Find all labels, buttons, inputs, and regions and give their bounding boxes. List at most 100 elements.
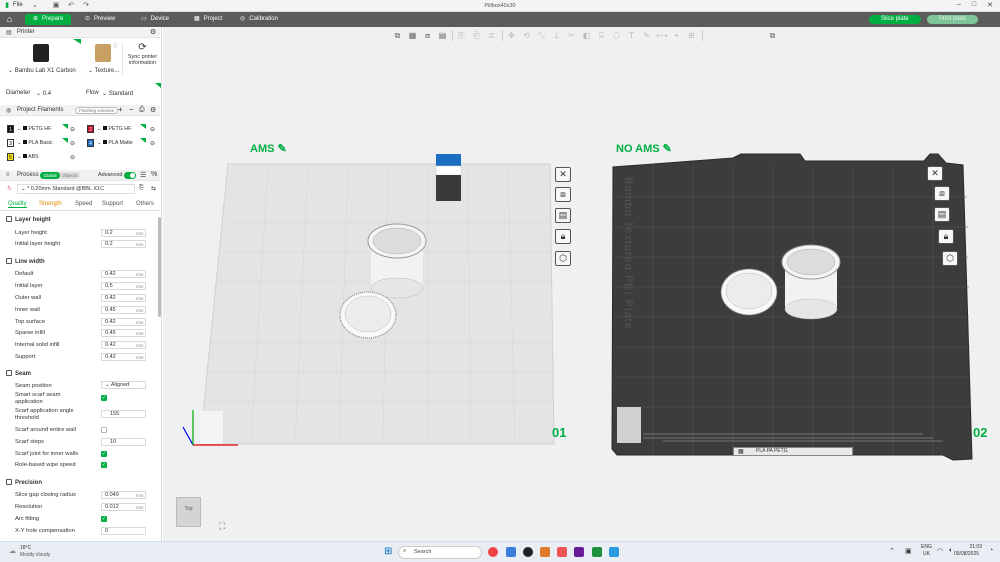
3d-viewport[interactable]: ⧉ ▦ ⧈ ▤ ⎘ ⎗ ≣ ✥ ⟲ ⤡ ⊥ ✂ ◧ ⌸ ⬡ T ✎ ⟷ ⌖ ⊞ …	[163, 27, 1000, 541]
view-cube[interactable]: Top	[176, 497, 201, 527]
filament-5-name[interactable]: ⌄ ABS	[17, 154, 39, 160]
plate-2-lock-icon[interactable]: 🔒︎	[938, 229, 954, 244]
edit-icon[interactable]: ✎	[663, 143, 672, 155]
tab-preview[interactable]: ⊙ Preview	[77, 14, 123, 25]
arc-fitting-checkbox[interactable]: ✓	[101, 516, 107, 522]
plate-2-settings-icon[interactable]: ⬡	[942, 251, 958, 266]
plate-1-settings-icon[interactable]: ⬡	[555, 251, 571, 266]
filament-1-number[interactable]: 1	[7, 125, 14, 133]
tab-strength[interactable]: Strength	[39, 201, 62, 207]
add-filament-icon[interactable]: +	[118, 105, 123, 114]
tab-prepare[interactable]: ⊕ Prepare	[25, 14, 72, 25]
tab-project[interactable]: ▦ Project	[186, 14, 230, 25]
tab-quality[interactable]: Quality	[8, 201, 27, 208]
tab-device[interactable]: ▭ Device	[133, 14, 177, 25]
filament-2-remove-icon[interactable]: ⊖	[150, 126, 155, 133]
printer-image[interactable]	[33, 44, 49, 62]
weather-desc[interactable]: Mostly cloudy	[20, 552, 50, 558]
plate-1-lock-icon[interactable]: 🔒︎	[555, 229, 571, 244]
filament-3-name[interactable]: ⌄ PLA Basic	[17, 140, 53, 146]
filament-4-name[interactable]: ⌄ PLA Matte	[97, 140, 133, 146]
percent-icon[interactable]: %	[151, 171, 157, 178]
plate-1-delete-icon[interactable]: ✕	[555, 167, 571, 182]
clock-time[interactable]: 21:03	[960, 544, 982, 550]
filament-3-remove-icon[interactable]: ⊖	[70, 140, 75, 147]
filament-1-name[interactable]: ⌄ PETG HF	[17, 126, 51, 132]
flushing-volumes-button[interactable]: Flushing volumes	[75, 107, 119, 114]
filament-4-number[interactable]: 4	[87, 139, 94, 147]
language-code[interactable]: ENG	[921, 544, 932, 550]
smart-scarf-checkbox[interactable]: ✓	[101, 395, 107, 401]
global-toggle-option[interactable]: Global	[40, 172, 60, 179]
plate-1-name[interactable]: AMS ✎	[250, 142, 287, 155]
plate-2-arrange-icon[interactable]: ▤	[934, 207, 950, 222]
tab-support[interactable]: Support	[102, 201, 123, 207]
steam-icon[interactable]	[523, 547, 533, 557]
plate-type[interactable]: ⌄ Texture...	[88, 67, 119, 74]
maximize-icon[interactable]: □	[968, 1, 980, 8]
plate-2-orient-icon[interactable]: ⧈	[934, 186, 950, 201]
gear-icon[interactable]: ⚙	[150, 106, 156, 114]
plate-1-arrange-icon[interactable]: ▤	[555, 208, 571, 223]
filament-2-number[interactable]: 2	[87, 125, 94, 133]
role-wipe-speed-checkbox[interactable]: ✓	[101, 462, 107, 468]
keyboard-layout[interactable]: UK	[923, 551, 930, 557]
flow-select[interactable]: ⌄ Standard	[102, 90, 133, 97]
prime-tower[interactable]	[435, 154, 462, 201]
wifi-icon[interactable]: ◠	[937, 547, 943, 555]
pillbox-lid-object-plate-2[interactable]	[720, 268, 778, 316]
filament-sync-icon[interactable]: ⎙	[139, 106, 145, 114]
printer-name[interactable]: ⌄ Bambu Lab X1 Carbon	[8, 67, 76, 74]
scarf-inner-walls-checkbox[interactable]: ✓	[101, 451, 107, 457]
filament-5-number[interactable]: 5	[7, 153, 14, 161]
app-icon-red[interactable]	[557, 547, 567, 557]
sync-printer-button[interactable]: ⟳ Sync printer information	[122, 42, 161, 75]
objects-toggle-option[interactable]: Objects	[62, 172, 77, 179]
chevron-up-icon[interactable]: ⌃	[889, 547, 895, 555]
plate-image[interactable]	[95, 44, 111, 62]
compare-preset-icon[interactable]: ⇆	[151, 185, 156, 192]
save-preset-icon[interactable]: ⎘	[139, 185, 144, 192]
minimize-icon[interactable]: –	[953, 1, 965, 8]
home-icon[interactable]: ⌂	[4, 14, 15, 25]
volume-icon[interactable]: ◖	[948, 547, 952, 554]
list-icon[interactable]: ☰	[140, 171, 146, 179]
tab-others[interactable]: Others	[136, 201, 154, 207]
clock-date[interactable]: 09/08/2025	[954, 551, 979, 557]
remove-filament-icon[interactable]: −	[129, 105, 134, 114]
notification-icon[interactable]: ◔	[989, 547, 993, 554]
email-icon[interactable]	[506, 547, 516, 557]
plate-2-name[interactable]: NO AMS ✎	[616, 142, 672, 155]
app-icon-blue[interactable]	[609, 547, 619, 557]
scarf-entire-wall-checkbox[interactable]	[101, 427, 107, 433]
fit-view-icon[interactable]: ⛶	[219, 521, 225, 532]
pillbox-lid-object[interactable]	[339, 291, 397, 339]
tab-speed[interactable]: Speed	[75, 201, 92, 207]
gear-icon[interactable]: ⚙	[150, 28, 156, 36]
filament-5-remove-icon[interactable]: ⊖	[70, 154, 75, 161]
plate-2-delete-icon[interactable]: ✕	[927, 166, 943, 181]
scarf-angle-stepper[interactable]: 155	[101, 410, 146, 418]
edit-icon[interactable]: ✎	[278, 143, 287, 155]
pillbox-body-object-plate-2[interactable]	[781, 244, 841, 320]
windows-start-icon[interactable]: ⊞	[384, 547, 392, 557]
sidebar-scrollbar[interactable]	[158, 217, 161, 317]
filament-3-number[interactable]: 3	[7, 139, 14, 147]
info-icon[interactable]: ⓘ	[113, 42, 118, 49]
tray-app-icon[interactable]: ▣	[905, 547, 912, 555]
tab-calibration[interactable]: ◎ Calibration	[232, 14, 286, 25]
taskbar-search-input[interactable]: Search	[398, 546, 482, 559]
diameter-select[interactable]: ⌄ 0.4	[36, 90, 51, 97]
plate-1-orient-icon[interactable]: ⧈	[555, 187, 571, 202]
filament-1-remove-icon[interactable]: ⊖	[70, 126, 75, 133]
app-icon-purple[interactable]	[574, 547, 584, 557]
app-icon-orange[interactable]	[540, 547, 550, 557]
filament-2-name[interactable]: ⌄ PETG HF	[97, 126, 131, 132]
app-icon-green[interactable]	[592, 547, 602, 557]
filament-4-remove-icon[interactable]: ⊖	[150, 140, 155, 147]
weather-temp[interactable]: 18°C	[20, 545, 31, 551]
close-icon[interactable]: ✕	[984, 1, 996, 9]
print-plate-button[interactable]: Print plate	[927, 15, 979, 24]
seam-position-select[interactable]: ⌄ Aligned	[101, 381, 146, 389]
slice-plate-button[interactable]: Slice plate	[869, 15, 921, 24]
